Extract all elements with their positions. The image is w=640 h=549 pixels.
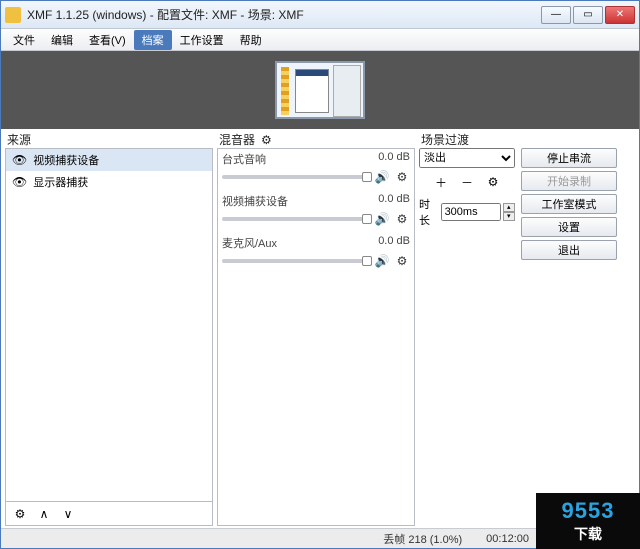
gear-icon[interactable]: ⚙ <box>261 133 272 147</box>
menu-help[interactable]: 帮助 <box>232 30 270 50</box>
move-down-icon[interactable]: ∨ <box>60 506 76 522</box>
mixer-channel: 台式音响 0.0 dB 🔊 ⚙ <box>218 149 414 191</box>
speaker-icon[interactable]: 🔊 <box>374 253 390 269</box>
volume-slider[interactable] <box>222 217 370 221</box>
app-icon <box>5 7 21 23</box>
eye-icon[interactable]: 👁 <box>12 175 27 189</box>
preview-area <box>1 51 639 129</box>
close-button[interactable]: ✕ <box>605 6 635 24</box>
gear-icon[interactable]: ⚙ <box>485 174 501 190</box>
gear-icon[interactable]: ⚙ <box>394 211 410 227</box>
add-icon[interactable]: ＋ <box>433 174 449 190</box>
duration-input[interactable] <box>441 203 501 221</box>
gear-icon[interactable]: ⚙ <box>394 169 410 185</box>
elapsed-time: 00:12:00 <box>486 533 529 545</box>
studio-mode-button[interactable]: 工作室模式 <box>521 194 617 214</box>
stop-stream-button[interactable]: 停止串流 <box>521 148 617 168</box>
channel-name: 视频捕获设备 <box>222 193 288 209</box>
menubar: 文件 编辑 查看(V) 档案 工作设置 帮助 <box>1 29 639 51</box>
source-item[interactable]: 👁 视频捕获设备 <box>6 149 212 171</box>
menu-work[interactable]: 工作设置 <box>172 30 232 50</box>
channel-name: 麦克风/Aux <box>222 235 277 251</box>
channel-db: 0.0 dB <box>378 193 410 209</box>
settings-button[interactable]: 设置 <box>521 217 617 237</box>
sources-header: 来源 <box>7 131 31 148</box>
eye-icon[interactable]: 👁 <box>12 153 27 167</box>
menu-profile[interactable]: 档案 <box>134 30 172 50</box>
start-record-button[interactable]: 开始录制 <box>521 171 617 191</box>
mixer-channel: 麦克风/Aux 0.0 dB 🔊 ⚙ <box>218 233 414 275</box>
window-title: XMF 1.1.25 (windows) - 配置文件: XMF - 场景: X… <box>27 6 539 23</box>
speaker-icon[interactable]: 🔊 <box>374 211 390 227</box>
source-label: 视频捕获设备 <box>33 152 99 168</box>
transition-select[interactable]: 淡出 <box>419 148 515 168</box>
channel-db: 0.0 dB <box>378 151 410 167</box>
sources-list: 👁 视频捕获设备 👁 显示器捕获 <box>5 148 213 502</box>
channel-db: 0.0 dB <box>378 235 410 251</box>
volume-slider[interactable] <box>222 259 370 263</box>
volume-slider[interactable] <box>222 175 370 179</box>
preview-thumbnail[interactable] <box>275 61 365 119</box>
dropped-frames: 丢帧 218 (1.0%) <box>383 531 462 547</box>
channel-name: 台式音响 <box>222 151 266 167</box>
menu-edit[interactable]: 编辑 <box>43 30 81 50</box>
source-label: 显示器捕获 <box>33 174 88 190</box>
spin-down-icon[interactable]: ▾ <box>503 212 515 221</box>
watermark: 9553 下载 <box>536 493 640 549</box>
remove-icon[interactable]: － <box>459 174 475 190</box>
scene-header: 场景过渡 <box>421 131 469 148</box>
mixer-list: 台式音响 0.0 dB 🔊 ⚙ 视频捕获设备 0.0 dB <box>217 148 415 526</box>
gear-icon[interactable]: ⚙ <box>394 253 410 269</box>
gear-icon[interactable]: ⚙ <box>12 506 28 522</box>
maximize-button[interactable]: ▭ <box>573 6 603 24</box>
source-item[interactable]: 👁 显示器捕获 <box>6 171 212 193</box>
mixer-channel: 视频捕获设备 0.0 dB 🔊 ⚙ <box>218 191 414 233</box>
mixer-header: 混音器 <box>219 131 255 148</box>
speaker-icon[interactable]: 🔊 <box>374 169 390 185</box>
spin-up-icon[interactable]: ▴ <box>503 203 515 212</box>
exit-button[interactable]: 退出 <box>521 240 617 260</box>
minimize-button[interactable]: — <box>541 6 571 24</box>
menu-file[interactable]: 文件 <box>5 30 43 50</box>
duration-label: 时长 <box>419 196 439 228</box>
sources-toolbar: ⚙ ∧ ∨ <box>5 502 213 526</box>
menu-view[interactable]: 查看(V) <box>81 30 134 50</box>
move-up-icon[interactable]: ∧ <box>36 506 52 522</box>
